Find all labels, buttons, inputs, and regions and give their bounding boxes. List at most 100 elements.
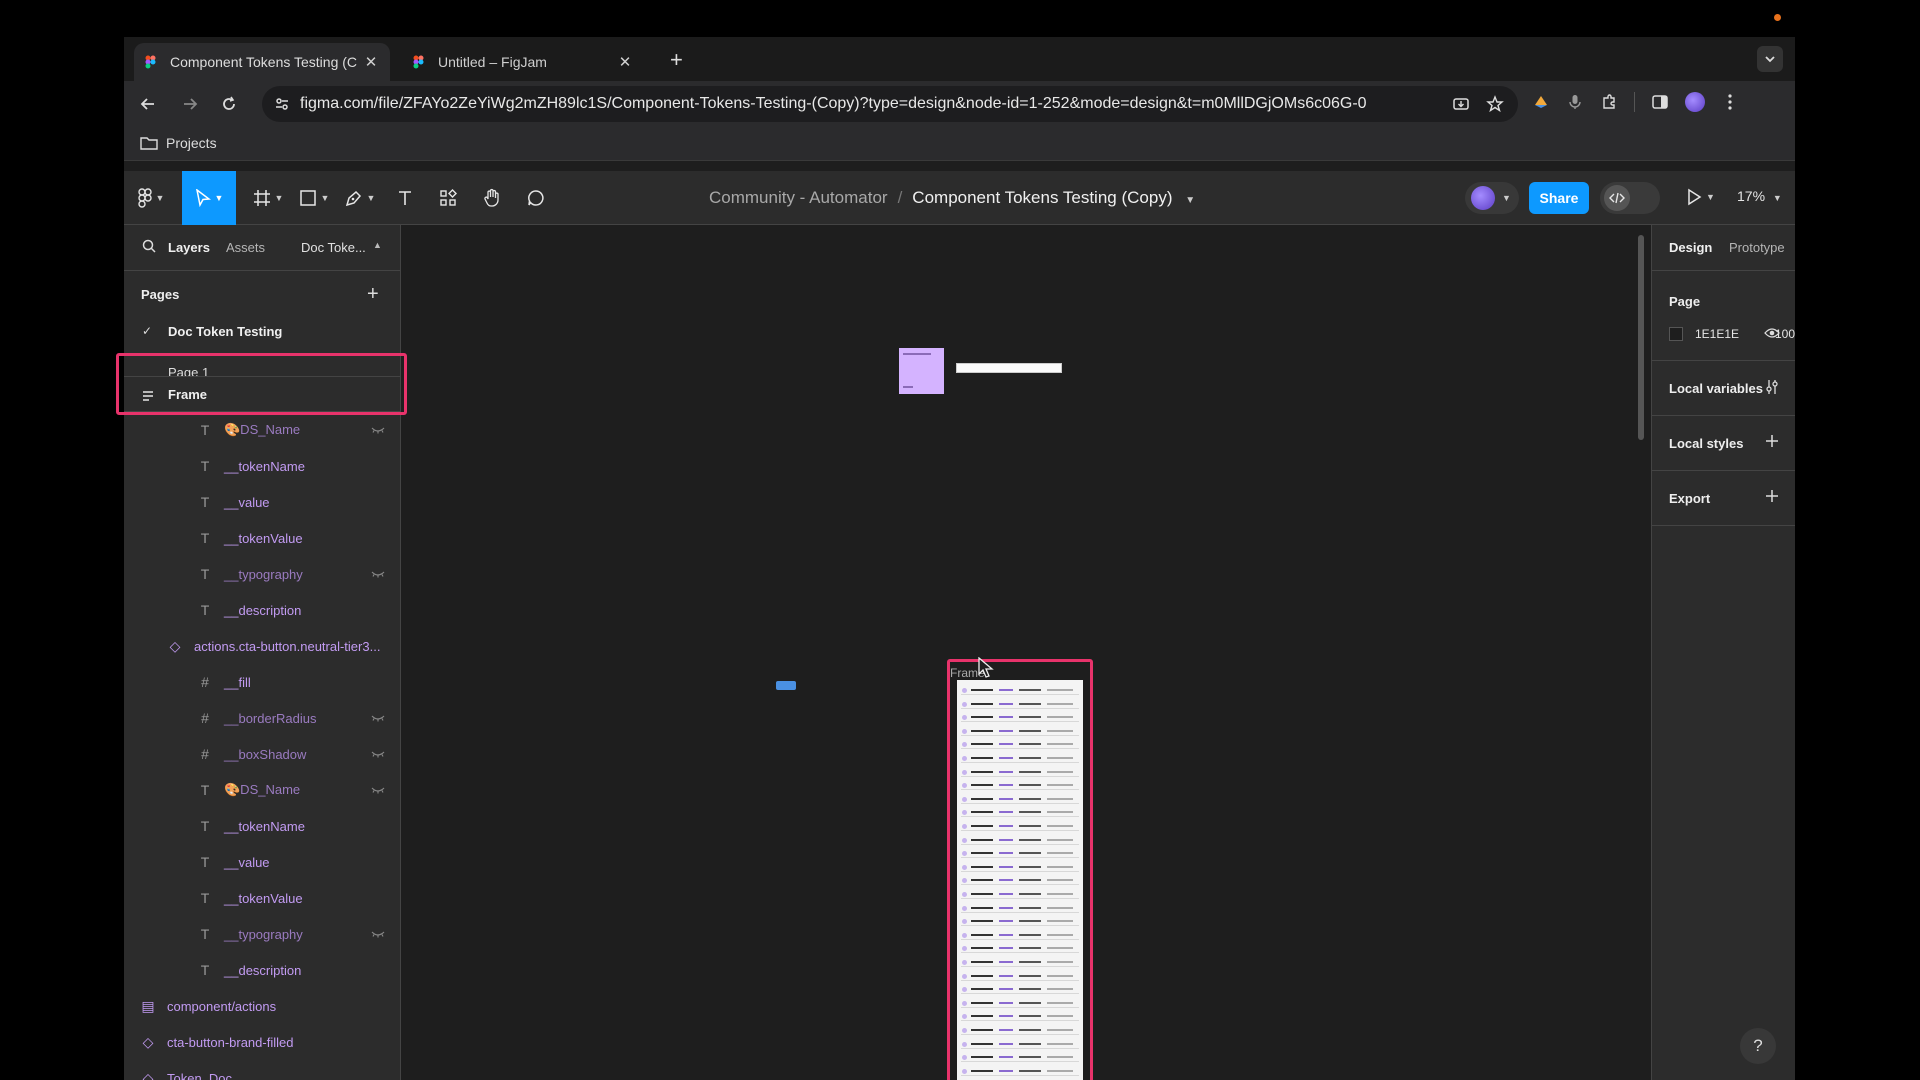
puzzle-extensions-icon[interactable] <box>1600 93 1618 111</box>
page-item-doc-token-testing[interactable]: ✓ Doc Token Testing <box>124 315 400 347</box>
tab-layers[interactable]: Layers <box>168 240 210 255</box>
tab-figjam[interactable]: Untitled – FigJam ✕ <box>402 43 644 81</box>
dev-mode-toggle[interactable] <box>1600 182 1660 214</box>
eye-hidden-icon[interactable] <box>371 927 385 941</box>
token-row-thumbnail[interactable] <box>956 363 1062 373</box>
background-opacity[interactable]: 100% <box>1775 327 1795 341</box>
add-page-button[interactable]: + <box>367 283 379 306</box>
figma-favicon-icon <box>144 55 158 69</box>
install-app-icon[interactable] <box>1452 95 1470 113</box>
layer-row[interactable]: # __fill <box>124 664 400 700</box>
zoom-menu[interactable]: 17% ▼ <box>1737 188 1782 204</box>
share-button[interactable]: Share <box>1529 182 1589 214</box>
sticky-note-thumbnail[interactable] <box>899 348 944 394</box>
new-tab-button[interactable]: + <box>670 47 683 73</box>
dragging-layer-frame[interactable]: Frame <box>124 376 400 412</box>
token-row-thumbnail <box>961 890 1079 899</box>
layer-row[interactable]: ▤ component/actions <box>124 988 400 1024</box>
layer-name: __description <box>224 602 302 618</box>
tab-prototype[interactable]: Prototype <box>1729 240 1785 255</box>
layer-row[interactable]: T __description <box>124 592 400 628</box>
resources-tool-button[interactable] <box>432 171 464 225</box>
close-tab-icon[interactable]: ✕ <box>362 53 380 71</box>
tab-figma-file[interactable]: Component Tokens Testing (C ✕ <box>134 43 390 81</box>
background-hex[interactable]: 1E1E1E <box>1695 327 1739 341</box>
layer-row[interactable]: # __borderRadius <box>124 700 400 736</box>
layer-row[interactable]: T __tokenName <box>124 808 400 844</box>
layer-row[interactable]: T 🎨DS_Name <box>124 412 400 448</box>
chevron-down-icon: ▼ <box>1772 193 1782 203</box>
star-bookmark-icon[interactable] <box>1486 95 1504 113</box>
color-swatch[interactable] <box>1669 327 1683 341</box>
main-menu-button[interactable]: ▼ <box>134 171 168 225</box>
layer-row[interactable]: T __typography <box>124 916 400 952</box>
local-styles-section[interactable]: Local styles <box>1652 416 1795 471</box>
reload-button[interactable] <box>217 92 241 116</box>
text-tool-button[interactable] <box>389 171 421 225</box>
bookmark-projects[interactable]: Projects <box>140 135 217 151</box>
multiplayer-avatar-button[interactable]: ▼ <box>1465 182 1519 214</box>
token-row-thumbnail <box>961 1053 1079 1063</box>
text-layer-icon: T <box>200 494 210 510</box>
layer-row[interactable]: T __tokenValue <box>124 520 400 556</box>
frame-layer-icon: # <box>201 710 209 726</box>
layer-row[interactable]: T __value <box>124 484 400 520</box>
hand-tool-button[interactable] <box>476 171 508 225</box>
breadcrumb-team[interactable]: Community - Automator <box>709 188 888 207</box>
layer-row[interactable]: T __value <box>124 844 400 880</box>
search-icon[interactable] <box>142 239 156 258</box>
layer-row[interactable]: ◇ actions.cta-button.neutral-tier3... <box>124 628 400 664</box>
tab-search-button[interactable] <box>1757 46 1783 72</box>
tab-design[interactable]: Design <box>1669 240 1712 255</box>
eye-hidden-icon[interactable] <box>371 711 385 725</box>
layer-row[interactable]: # __boxShadow <box>124 736 400 772</box>
page-picker[interactable]: Doc Toke... <box>301 240 366 255</box>
page-item-page-1[interactable]: Page 1 <box>124 352 400 376</box>
extension-colorful-icon[interactable] <box>1532 93 1550 111</box>
canvas-scrollbar[interactable] <box>1638 235 1644 440</box>
token-row-thumbnail <box>961 931 1079 940</box>
layer-row[interactable]: T __description <box>124 952 400 988</box>
eye-hidden-icon[interactable] <box>371 423 385 437</box>
help-button[interactable]: ? <box>1740 1028 1776 1064</box>
profile-avatar[interactable] <box>1685 92 1705 112</box>
frame-content[interactable] <box>957 680 1083 1080</box>
canvas[interactable]: Frame <box>401 225 1651 1080</box>
local-variables-section[interactable]: Local variables <box>1652 361 1795 416</box>
chevron-down-icon: ▼ <box>274 193 284 203</box>
shape-tool-button[interactable]: ▼ <box>294 171 334 225</box>
side-panel-icon[interactable] <box>1651 93 1669 111</box>
layer-row[interactable]: ◇ cta-button-brand-filled <box>124 1024 400 1060</box>
more-vertical-icon[interactable] <box>1721 93 1739 111</box>
forward-button[interactable] <box>178 92 202 116</box>
eye-hidden-icon[interactable] <box>371 783 385 797</box>
layer-row[interactable]: T 🎨DS_Name <box>124 772 400 808</box>
chevron-down-icon[interactable]: ▼ <box>1185 195 1195 206</box>
export-section[interactable]: Export <box>1652 471 1795 526</box>
address-bar[interactable]: figma.com/file/ZFAYo2ZeYiWg2mZH89lc1S/Co… <box>262 86 1518 122</box>
layer-row[interactable]: ◇ Token_Doc <box>124 1060 400 1080</box>
page-label: Doc Token Testing <box>168 323 283 339</box>
layer-name: __description <box>224 962 302 978</box>
site-settings-icon[interactable] <box>274 96 290 117</box>
eye-hidden-icon[interactable] <box>371 747 385 761</box>
layer-name: Frame <box>168 386 208 402</box>
microphone-icon[interactable] <box>1566 93 1584 111</box>
close-tab-icon[interactable]: ✕ <box>616 53 634 71</box>
eye-hidden-icon[interactable] <box>371 567 385 581</box>
comment-tool-button[interactable] <box>520 171 552 225</box>
frame-tool-button[interactable]: ▼ <box>248 171 288 225</box>
layer-row[interactable]: T __tokenName <box>124 448 400 484</box>
layer-name: __fill <box>224 674 251 690</box>
present-button[interactable]: ▼ <box>1686 188 1715 206</box>
token-row-thumbnail <box>961 700 1079 709</box>
back-button[interactable] <box>136 92 160 116</box>
layer-row[interactable]: T __typography <box>124 556 400 592</box>
layer-row[interactable]: T __tokenValue <box>124 880 400 916</box>
chevron-up-icon[interactable]: ▲ <box>373 240 382 250</box>
tab-assets[interactable]: Assets <box>226 240 265 255</box>
breadcrumb-file-name[interactable]: Component Tokens Testing (Copy) <box>912 188 1172 207</box>
pen-tool-button[interactable]: ▼ <box>340 171 380 225</box>
move-tool-button[interactable]: ▼ <box>182 171 236 225</box>
button-component-thumbnail[interactable] <box>776 681 796 690</box>
